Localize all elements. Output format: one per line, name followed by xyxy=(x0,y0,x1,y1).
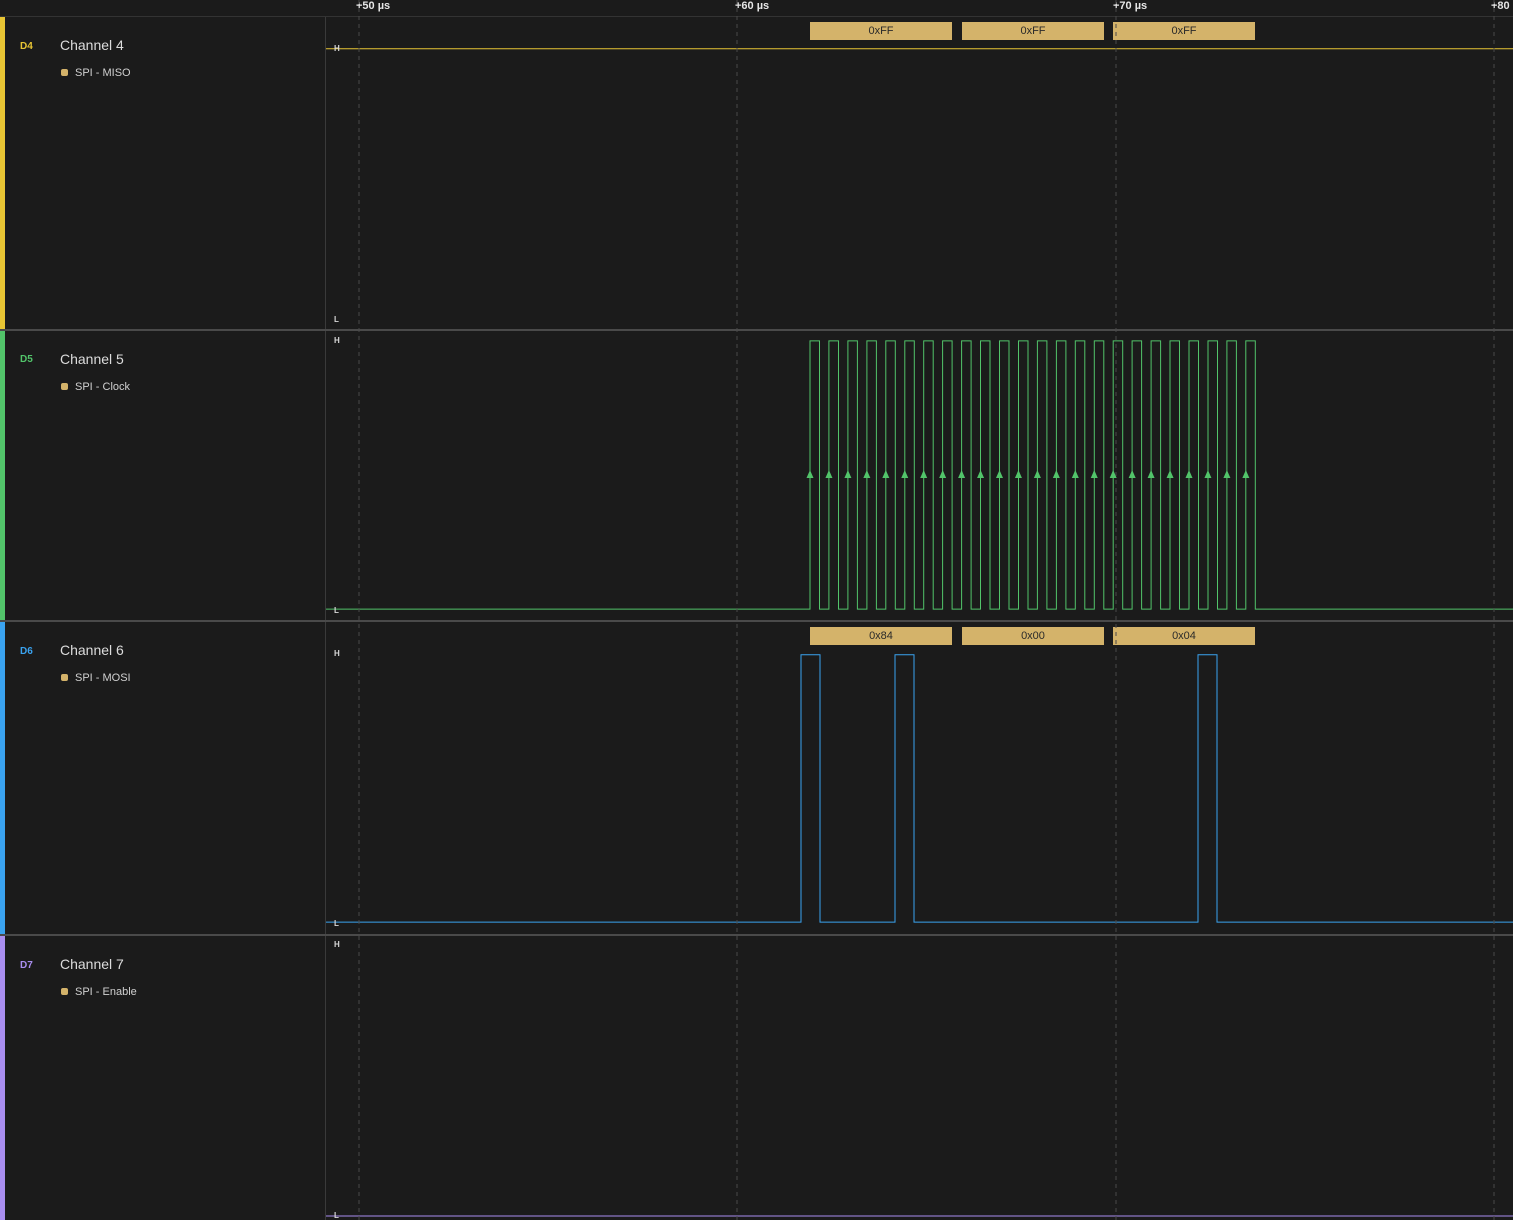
decode-bubble-miso[interactable]: 0xFF xyxy=(1113,22,1255,40)
rising-edge-marker xyxy=(1223,470,1231,478)
rising-edge-marker xyxy=(1052,470,1060,478)
decode-bubble-miso[interactable]: 0xFF xyxy=(962,22,1104,40)
rising-edge-marker xyxy=(1185,470,1193,478)
waveform-clock xyxy=(326,340,1513,610)
rising-edge-marker xyxy=(977,470,985,478)
analyzer-label[interactable]: SPI - MISO xyxy=(75,67,131,79)
waveform-area[interactable] xyxy=(326,622,1513,934)
rising-edge-marker xyxy=(1033,470,1041,478)
rising-edge-marker xyxy=(1109,470,1117,478)
level-low-label: L xyxy=(334,606,339,615)
rising-edge-marker xyxy=(1242,470,1250,478)
rising-edge-marker xyxy=(825,470,833,478)
analyzer-label[interactable]: SPI - Enable xyxy=(75,986,137,998)
channel-name[interactable]: Channel 7 xyxy=(60,956,124,972)
rising-edge-marker xyxy=(844,470,852,478)
channel-name[interactable]: Channel 4 xyxy=(60,37,124,53)
rising-edge-marker xyxy=(863,470,871,478)
level-high-label: H xyxy=(334,44,340,53)
analyzer-dot-icon xyxy=(61,69,68,76)
decode-bubble-miso[interactable]: 0xFF xyxy=(810,22,952,40)
channel-id: D4 xyxy=(20,41,33,52)
channel-name[interactable]: Channel 6 xyxy=(60,642,124,658)
decode-bubble-mosi[interactable]: 0x84 xyxy=(810,627,952,645)
channel-id: D6 xyxy=(20,646,33,657)
ruler-label-80us: +80 xyxy=(1491,0,1510,12)
analyzer-dot-icon xyxy=(61,674,68,681)
analyzer-label[interactable]: SPI - MOSI xyxy=(75,672,131,684)
analyzer-dot-icon xyxy=(61,988,68,995)
rising-edge-marker xyxy=(882,470,890,478)
level-high-label: H xyxy=(334,649,340,658)
channel-row-6[interactable]: D6 Channel 6 SPI - MOSI H L 0x84 0x00 0x… xyxy=(0,622,1513,936)
channel-id: D7 xyxy=(20,960,33,971)
ruler-label-70us: +70 µs xyxy=(1113,0,1148,12)
channel-label-panel[interactable]: D7 Channel 7 SPI - Enable xyxy=(5,936,326,1220)
waveform-area[interactable] xyxy=(326,936,1513,1220)
decode-bubble-mosi[interactable]: 0x04 xyxy=(1113,627,1255,645)
channel-label-panel[interactable]: D5 Channel 5 SPI - Clock xyxy=(5,331,326,620)
rising-edge-marker xyxy=(920,470,928,478)
level-high-label: H xyxy=(334,940,340,949)
rising-edge-marker xyxy=(1071,470,1079,478)
waveform-area[interactable] xyxy=(326,17,1513,329)
rising-edge-marker xyxy=(1014,470,1022,478)
ruler-label-50us: +50 µs xyxy=(356,0,391,12)
level-low-label: L xyxy=(334,919,339,928)
channel-id: D5 xyxy=(20,354,33,365)
channel-label-panel[interactable]: D6 Channel 6 SPI - MOSI xyxy=(5,622,326,934)
rising-edge-marker xyxy=(1204,470,1212,478)
rising-edge-marker xyxy=(1128,470,1136,478)
rising-edge-marker xyxy=(901,470,909,478)
rising-edge-marker xyxy=(1090,470,1098,478)
time-ruler[interactable]: +50 µs +60 µs +70 µs +80 xyxy=(0,0,1513,17)
rising-edge-marker xyxy=(939,470,947,478)
decode-bubble-mosi[interactable]: 0x00 xyxy=(962,627,1104,645)
level-low-label: L xyxy=(334,315,339,324)
channel-name[interactable]: Channel 5 xyxy=(60,351,124,367)
channel-row-7[interactable]: D7 Channel 7 SPI - Enable H L xyxy=(0,936,1513,1220)
waveform-area[interactable] xyxy=(326,331,1513,620)
channel-row-5[interactable]: D5 Channel 5 SPI - Clock H L xyxy=(0,331,1513,622)
ruler-label-60us: +60 µs xyxy=(735,0,770,12)
rising-edge-marker xyxy=(806,470,814,478)
rising-edge-marker xyxy=(1166,470,1174,478)
rising-edge-marker xyxy=(1147,470,1155,478)
level-high-label: H xyxy=(334,336,340,345)
analyzer-label[interactable]: SPI - Clock xyxy=(75,381,130,393)
waveform-mosi xyxy=(326,654,1513,923)
channel-label-panel[interactable]: D4 Channel 4 SPI - MISO xyxy=(5,17,326,329)
rising-edge-marker xyxy=(996,470,1003,478)
rising-edge-marker xyxy=(958,470,966,478)
level-low-label: L xyxy=(334,1211,339,1220)
channel-row-4[interactable]: D4 Channel 4 SPI - MISO H L 0xFF 0xFF 0x… xyxy=(0,17,1513,331)
analyzer-dot-icon xyxy=(61,383,68,390)
